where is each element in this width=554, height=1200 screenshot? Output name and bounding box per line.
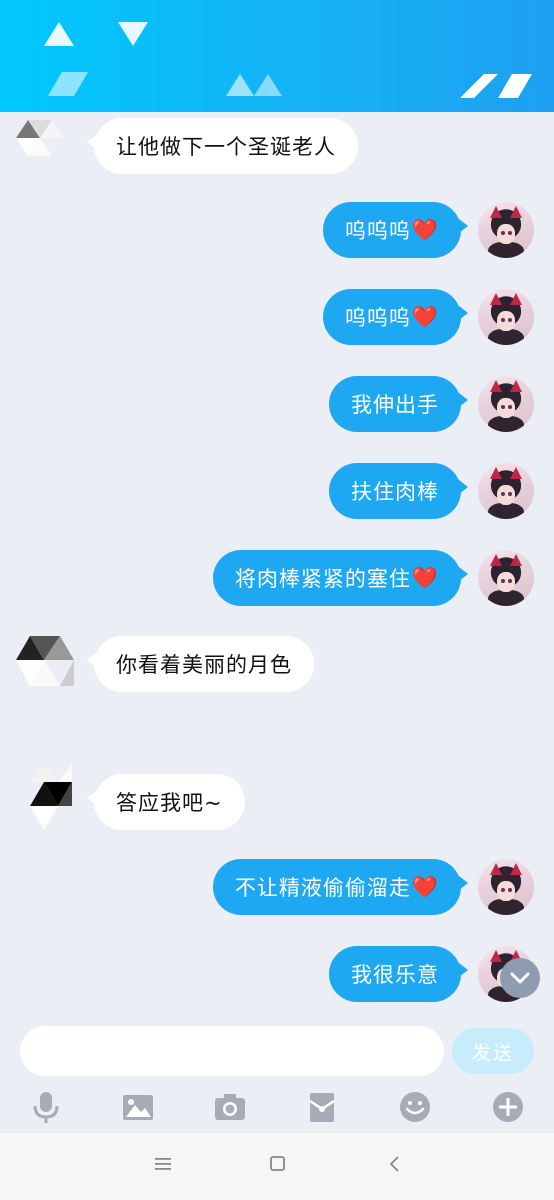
message-bubble[interactable]: 答应我吧~ — [87, 774, 245, 830]
message-bubble[interactable]: 让他做下一个圣诞老人 — [87, 118, 358, 174]
back-icon[interactable] — [386, 1155, 404, 1173]
message-bubble[interactable]: 你看着美丽的月色 — [87, 636, 314, 692]
red-packet-icon[interactable] — [304, 1089, 340, 1125]
message-text: 让他做下一个圣诞老人 — [116, 135, 336, 159]
microphone-icon[interactable] — [28, 1089, 64, 1125]
contact-avatar[interactable] — [14, 120, 76, 182]
home-icon[interactable] — [269, 1155, 287, 1173]
user-avatar[interactable] — [478, 289, 534, 345]
message-input[interactable] — [20, 1026, 444, 1076]
message-text: 你看着美丽的月色 — [116, 653, 292, 677]
menu-icon[interactable] — [154, 1155, 172, 1173]
user-avatar[interactable] — [478, 376, 534, 432]
message-text: 呜呜呜 — [344, 306, 411, 330]
image-icon[interactable] — [120, 1089, 156, 1125]
message-bubble[interactable]: 将肉棒紧紧的塞住 ❤️ — [212, 550, 469, 606]
emoji-icon[interactable] — [397, 1089, 433, 1125]
user-avatar[interactable] — [478, 463, 534, 519]
chat-header — [0, 0, 554, 112]
message-text: 答应我吧~ — [116, 791, 223, 815]
message-text: 我伸出手 — [351, 393, 439, 417]
message-text: 不让精液偷偷溜走 — [234, 876, 411, 900]
user-avatar[interactable] — [478, 202, 534, 258]
plus-icon[interactable] — [490, 1089, 526, 1125]
header-decoration — [44, 22, 532, 98]
user-avatar[interactable] — [478, 550, 534, 606]
contact-avatar[interactable] — [14, 634, 76, 696]
message-bubble[interactable]: 扶住肉棒 — [329, 463, 468, 519]
heart-emoji: ❤️ — [411, 565, 439, 590]
camera-icon[interactable] — [212, 1089, 248, 1125]
message-bubble[interactable]: 我很乐意 — [329, 946, 468, 1002]
input-bar: 发送 — [0, 1012, 554, 1092]
message-bubble[interactable]: 呜呜呜 ❤️ — [322, 202, 469, 258]
send-button[interactable]: 发送 — [452, 1028, 534, 1074]
message-bubble[interactable]: 我伸出手 — [329, 376, 468, 432]
contact-avatar[interactable] — [14, 764, 76, 836]
input-toolbar — [0, 1085, 554, 1131]
heart-emoji: ❤️ — [411, 217, 439, 242]
message-text: 呜呜呜 — [344, 219, 411, 243]
chevron-down-icon — [510, 972, 530, 984]
message-text: 将肉棒紧紧的塞住 — [234, 567, 411, 591]
message-text: 我很乐意 — [351, 963, 439, 987]
message-text: 扶住肉棒 — [351, 480, 439, 504]
message-bubble[interactable]: 不让精液偷偷溜走 ❤️ — [212, 859, 469, 915]
system-nav-bar — [0, 1133, 554, 1200]
heart-emoji: ❤️ — [411, 304, 439, 329]
user-avatar[interactable] — [478, 859, 534, 915]
chat-messages[interactable]: 让他做下一个圣诞老人 呜呜呜 ❤️ 呜呜呜 ❤️ 我伸出手 扶住肉棒 将肉棒紧紧的塞… — [0, 112, 554, 1012]
scroll-to-bottom-button[interactable] — [500, 958, 540, 998]
heart-emoji: ❤️ — [411, 874, 439, 899]
message-bubble[interactable]: 呜呜呜 ❤️ — [322, 289, 469, 345]
